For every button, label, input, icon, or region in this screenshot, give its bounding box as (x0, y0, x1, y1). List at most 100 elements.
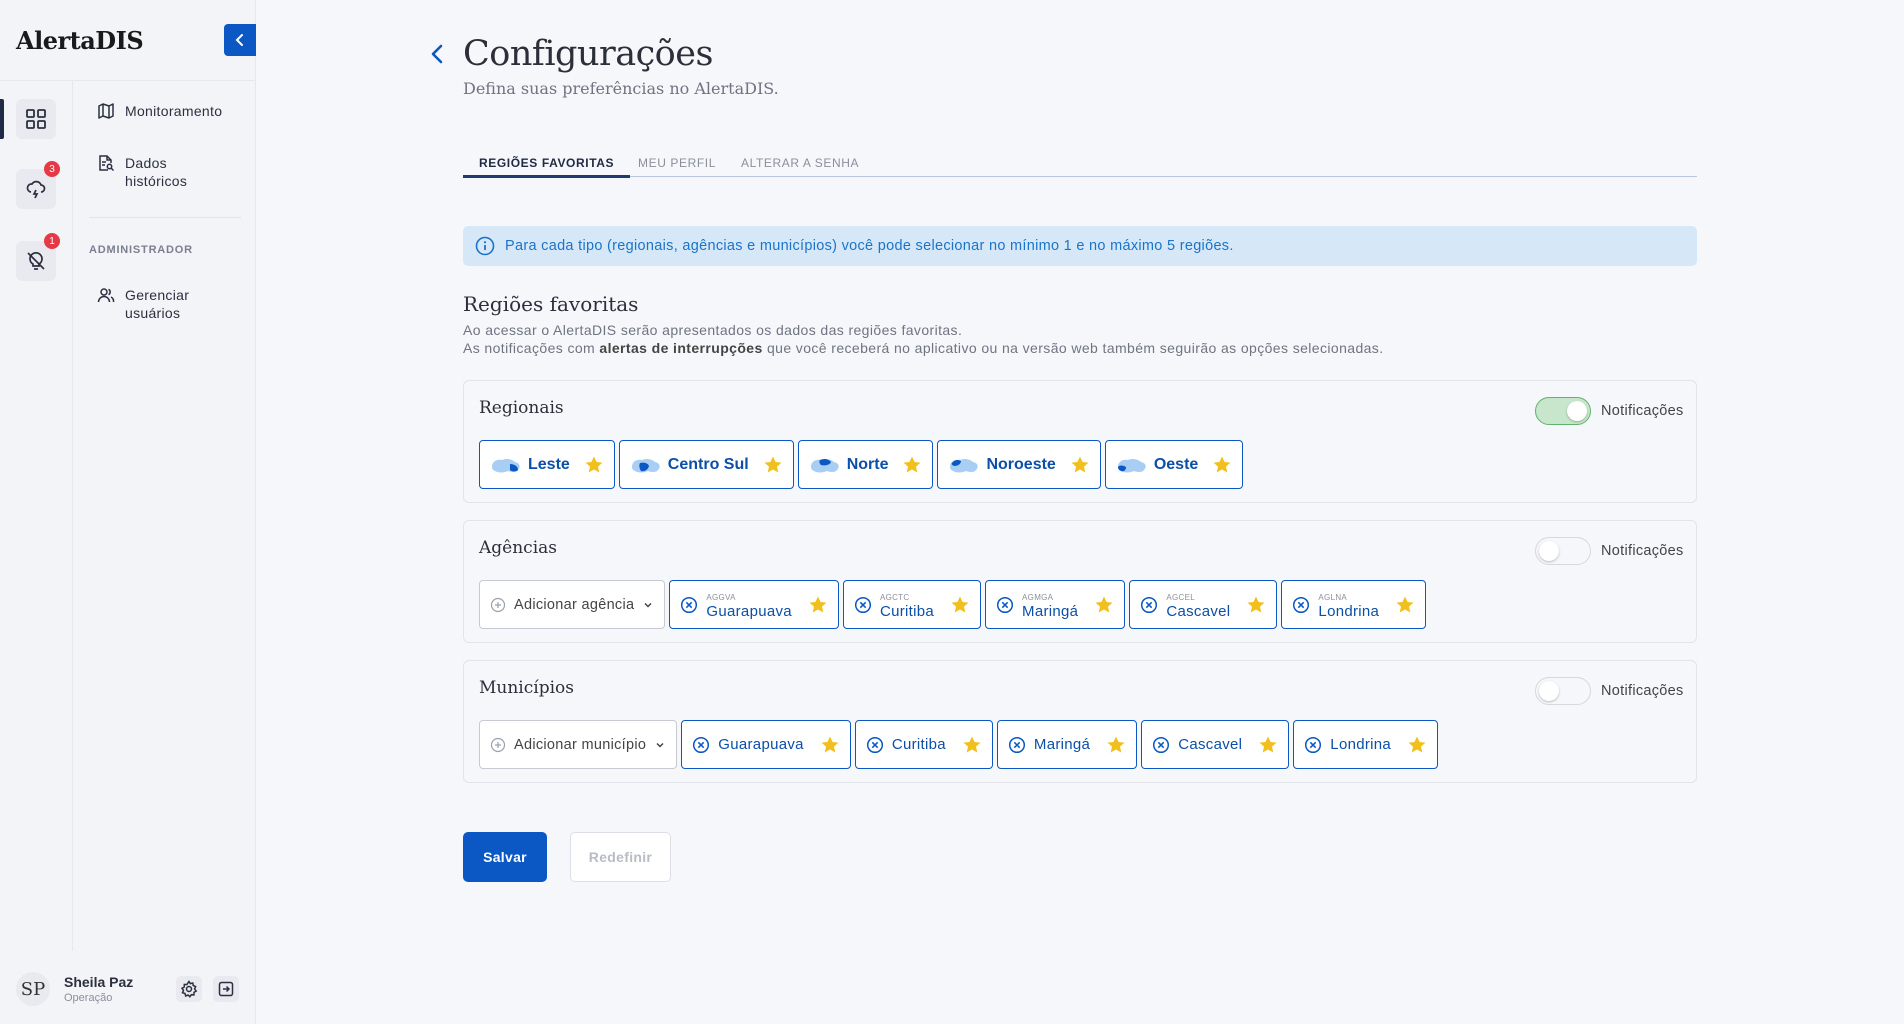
chip-agencia[interactable]: AGCEL Cascavel (1129, 580, 1278, 629)
chip-regional-leste[interactable]: Leste (479, 440, 615, 489)
star-icon[interactable] (1094, 595, 1114, 615)
star-icon[interactable] (902, 455, 922, 475)
alerts-badge: 3 (44, 161, 60, 177)
chip-label: Noroeste (986, 455, 1056, 473)
tab-regioes-favoritas[interactable]: REGIÕES FAVORITAS (463, 156, 631, 178)
remove-circle-icon[interactable] (854, 596, 872, 614)
storm-icon (26, 180, 46, 199)
star-icon[interactable] (950, 595, 970, 615)
sidebar-item-gerenciar-usuarios[interactable]: Gerenciar usuários (97, 286, 189, 322)
brand-logo: AlertaDIS (16, 26, 144, 55)
region-map-icon (810, 458, 839, 472)
nav-section-admin: ADMINISTRADOR (89, 244, 193, 256)
nav-divider (89, 217, 241, 218)
chip-municipio[interactable]: Maringá (996, 720, 1138, 769)
agencias-notifications-toggle[interactable] (1535, 537, 1591, 565)
section-description: Ao acessar o AlertaDIS serão apresentado… (463, 321, 1384, 357)
chip-municipio[interactable]: Guarapuava (681, 720, 851, 769)
chip-municipio[interactable]: Londrina (1293, 720, 1439, 769)
agencia-name: Curitiba (879, 602, 935, 620)
back-arrow-icon[interactable] (426, 42, 450, 66)
tab-alterar-senha[interactable]: ALTERAR A SENHA (741, 156, 859, 177)
gear-icon (180, 980, 198, 998)
star-icon[interactable] (763, 455, 783, 475)
star-icon[interactable] (1407, 735, 1427, 755)
tab-meu-perfil[interactable]: MEU PERFIL (638, 156, 716, 177)
chip-municipio[interactable]: Curitiba (854, 720, 993, 769)
chip-agencia[interactable]: AGLNA Londrina (1281, 580, 1427, 629)
card-municipios: Municípios Notificações Adicionar municí… (463, 660, 1697, 783)
chip-label: Centro Sul (667, 455, 749, 473)
desc-text: As notificações com (463, 340, 600, 356)
star-icon[interactable] (962, 735, 982, 755)
agencia-name: Guarapuava (706, 602, 792, 620)
agencias-chips: Adicionar agência AGGVA Guarapuava AGCTC C… (479, 580, 1427, 629)
region-map-icon (950, 458, 979, 472)
plus-circle-icon (490, 737, 506, 752)
star-icon[interactable] (1395, 595, 1415, 615)
section-title: Regiões favoritas (463, 292, 639, 316)
chip-agencia[interactable]: AGMGA Maringá (985, 580, 1126, 629)
chevron-down-icon (644, 602, 652, 608)
star-icon[interactable] (820, 735, 840, 755)
add-label: Adicionar agência (514, 596, 635, 613)
logout-icon (218, 981, 234, 997)
star-icon[interactable] (1106, 735, 1126, 755)
region-map-icon (492, 458, 520, 472)
chip-municipio[interactable]: Cascavel (1141, 720, 1290, 769)
chip-regional-oeste[interactable]: Oeste (1104, 440, 1244, 489)
chip-agencia[interactable]: AGCTC Curitiba (842, 580, 982, 629)
chip-regional-noroeste[interactable]: Noroeste (937, 440, 1101, 489)
star-icon[interactable] (1070, 455, 1090, 475)
regionais-notifications-toggle[interactable] (1535, 397, 1591, 425)
rail-outages-button[interactable]: 1 (16, 233, 60, 281)
rail-alerts-button[interactable]: 3 (16, 161, 60, 209)
label-line1: Dados (125, 155, 167, 171)
card-agencias: Agências Notificações Adicionar agência … (463, 520, 1697, 643)
collapse-sidebar-button[interactable] (224, 24, 256, 56)
desc-line1: Ao acessar o AlertaDIS serão apresentado… (463, 322, 963, 338)
municipios-notifications-toggle[interactable] (1535, 677, 1591, 705)
logout-button[interactable] (213, 976, 239, 1002)
chip-label: Cascavel (1178, 736, 1243, 753)
star-icon[interactable] (1258, 735, 1278, 755)
chip-regional-centro-sul[interactable]: Centro Sul (618, 440, 794, 489)
toggle-label: Notificações (1601, 543, 1684, 559)
remove-circle-icon[interactable] (1152, 736, 1170, 754)
agencia-name: Maringá (1022, 602, 1079, 620)
remove-circle-icon[interactable] (1304, 736, 1322, 754)
remove-circle-icon[interactable] (1140, 596, 1158, 614)
remove-circle-icon[interactable] (692, 736, 710, 754)
star-icon[interactable] (1246, 595, 1266, 615)
star-icon[interactable] (808, 595, 828, 615)
remove-circle-icon[interactable] (1008, 736, 1026, 754)
chip-agencia[interactable]: AGGVA Guarapuava (669, 580, 839, 629)
toggle-knob (1567, 401, 1587, 421)
reset-button[interactable]: Redefinir (570, 832, 671, 882)
chip-text: AGCEL Cascavel (1166, 591, 1230, 619)
sidebar: AlertaDIS 3 1 Monitoramento Dados históri… (0, 0, 256, 1024)
avatar[interactable]: SP (16, 972, 50, 1006)
remove-circle-icon[interactable] (866, 736, 884, 754)
user-area: SP Sheila Paz Operação (0, 950, 256, 1024)
save-button[interactable]: Salvar (463, 832, 547, 882)
chip-label: Curitiba (891, 736, 946, 753)
remove-circle-icon[interactable] (680, 596, 698, 614)
chevron-left-icon (235, 34, 243, 46)
info-icon (475, 236, 495, 256)
rail-dashboard-button[interactable] (16, 99, 56, 139)
add-municipio-select[interactable]: Adicionar município (479, 720, 678, 769)
star-icon[interactable] (584, 455, 604, 475)
remove-circle-icon[interactable] (1292, 596, 1310, 614)
remove-circle-icon[interactable] (996, 596, 1014, 614)
sidebar-item-dados-historicos[interactable]: Dados históricos (97, 154, 187, 190)
toggle-knob (1539, 541, 1559, 561)
sidebar-item-monitoramento[interactable]: Monitoramento (97, 102, 222, 120)
region-map-icon (631, 458, 660, 472)
star-icon[interactable] (1212, 455, 1232, 475)
municipios-chips: Adicionar município Guarapuava Curitiba … (479, 720, 1439, 769)
user-role: Operação (64, 992, 113, 1004)
settings-button[interactable] (176, 976, 202, 1002)
add-agencia-select[interactable]: Adicionar agência (479, 580, 666, 629)
chip-regional-norte[interactable]: Norte (797, 440, 934, 489)
